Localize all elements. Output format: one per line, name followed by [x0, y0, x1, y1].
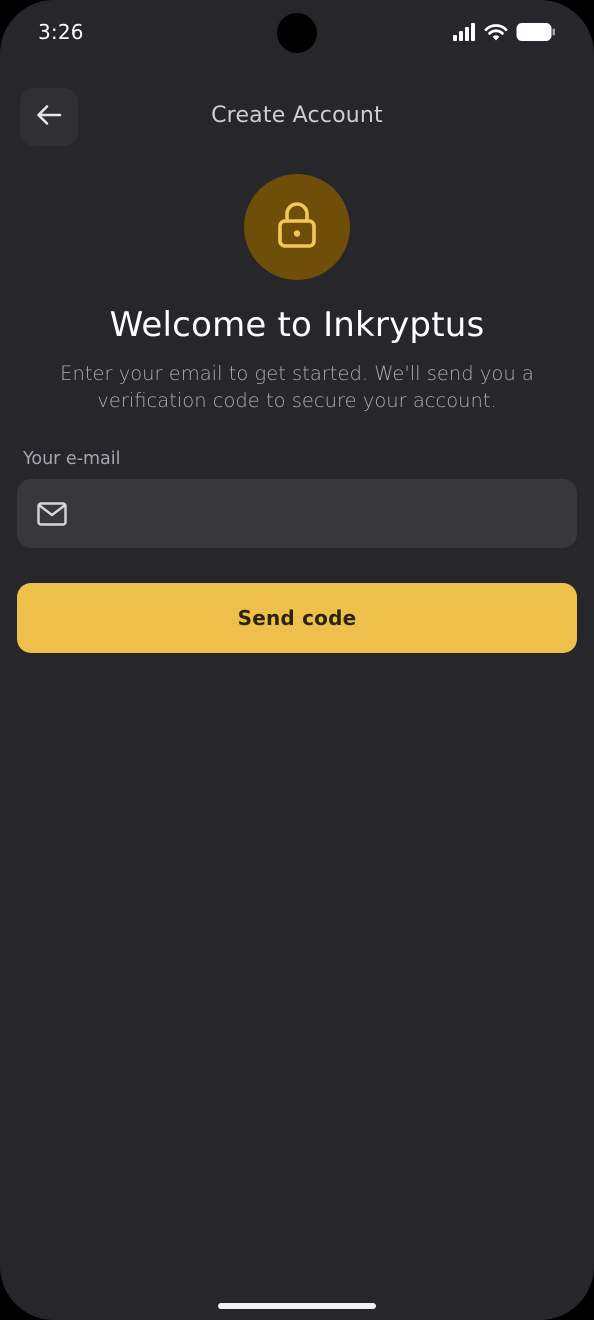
mail-icon — [37, 501, 67, 526]
email-field[interactable] — [17, 478, 577, 549]
home-indicator[interactable] — [218, 1303, 376, 1309]
email-label: Your e-mail — [23, 449, 121, 469]
wifi-icon — [484, 23, 508, 46]
battery-icon — [516, 22, 556, 47]
page-title: Create Account — [211, 103, 383, 128]
phone-screen: 3:26 Create Account Welcome to Inkryptus… — [0, 0, 594, 1320]
cellular-signal-icon — [452, 23, 476, 46]
send-code-label: Send code — [237, 606, 357, 630]
lock-badge — [244, 174, 350, 280]
status-bar: 3:26 — [0, 0, 594, 66]
welcome-subtitle: Enter your email to get started. We'll s… — [60, 362, 534, 412]
status-time: 3:26 — [38, 20, 84, 44]
lock-icon — [277, 201, 317, 253]
welcome-title: Welcome to Inkryptus — [109, 305, 485, 345]
email-input[interactable] — [81, 478, 561, 549]
send-code-button[interactable]: Send code — [17, 583, 577, 653]
status-icons — [452, 22, 556, 47]
camera-cutout — [277, 13, 317, 53]
